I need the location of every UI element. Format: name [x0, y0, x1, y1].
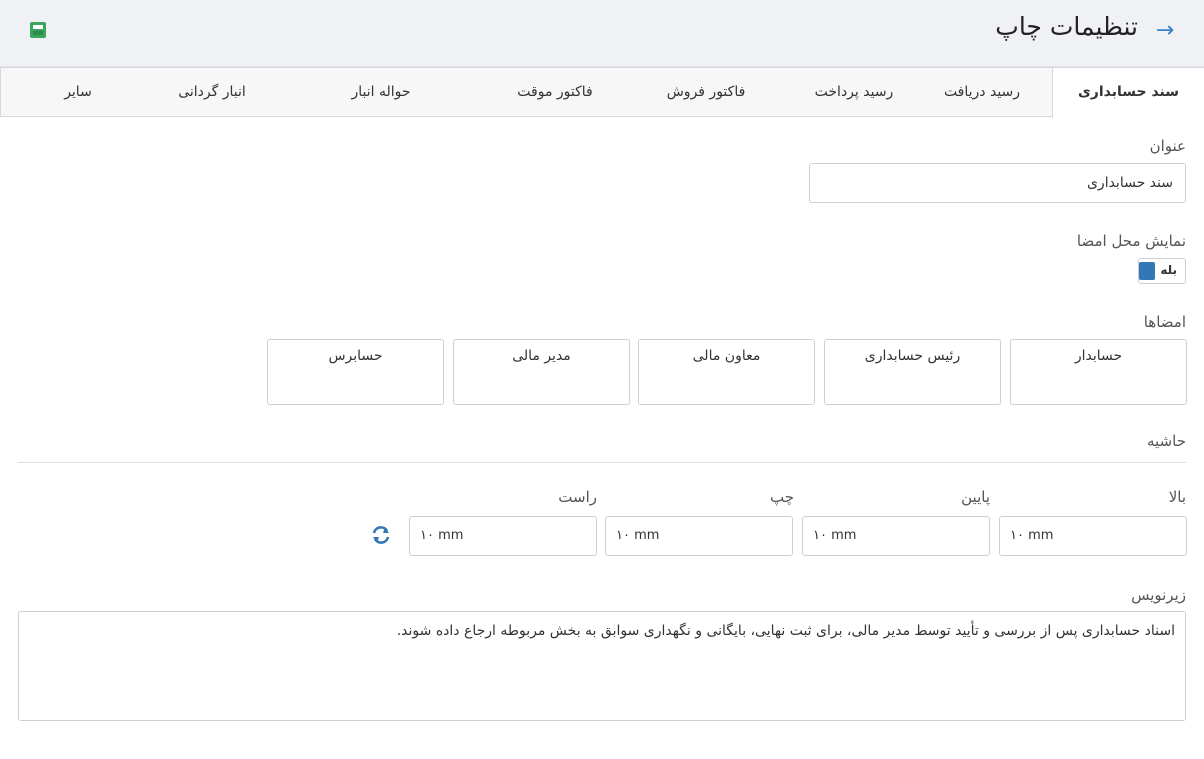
margin-top-label: بالا [1168, 488, 1186, 506]
margin-label: حاشیه [1147, 432, 1186, 450]
signature-chief-accountant[interactable]: رئیس حسابداری [824, 339, 1001, 405]
tab-bar-edge [0, 68, 1, 116]
arrow-right-icon[interactable]: → [1152, 18, 1178, 44]
margin-left-label: چپ [769, 488, 794, 506]
signatures-label: امضاها [1143, 313, 1186, 331]
margin-left-input[interactable]: ۱۰ mm [605, 516, 793, 556]
tab-temp-invoice[interactable]: فاکتور موقت [494, 68, 616, 116]
toggle-text: بله [1160, 263, 1177, 277]
signature-auditor[interactable]: حسابرس [267, 339, 444, 405]
margin-divider [18, 462, 1186, 463]
margin-top-input[interactable]: ۱۰ mm [999, 516, 1187, 556]
page-title: تنظیمات چاپ [995, 12, 1138, 41]
tab-other[interactable]: سایر [0, 68, 156, 116]
margin-bottom-input[interactable]: ۱۰ mm [802, 516, 990, 556]
tab-warehouse-transfer[interactable]: حواله انبار [268, 68, 494, 116]
page-header: → تنظیمات چاپ [0, 0, 1204, 67]
margin-bottom-label: پایین [961, 488, 990, 506]
show-signature-label: نمایش محل امضا [1076, 232, 1186, 250]
footer-label: زیرنویس [1131, 586, 1186, 604]
tab-accounting-voucher[interactable]: سند حسابداری [1052, 68, 1204, 118]
signature-finance-manager[interactable]: مدیر مالی [453, 339, 630, 405]
margin-right-label: راست [558, 488, 597, 506]
margin-right-input[interactable]: ۱۰ mm [409, 516, 597, 556]
save-icon[interactable] [28, 20, 48, 40]
refresh-icon[interactable] [370, 524, 392, 546]
signature-accountant[interactable]: حسابدار [1010, 339, 1187, 405]
toggle-knob [1139, 262, 1155, 280]
title-input[interactable]: سند حسابداری [809, 163, 1186, 203]
tab-payment[interactable]: رسید پرداخت [796, 68, 912, 116]
tab-bar: سند حسابداری رسید دریافت رسید پرداخت فاک… [0, 67, 1204, 118]
tab-inventory-count[interactable]: انبار گردانی [156, 68, 268, 116]
show-signature-toggle[interactable]: بله [1138, 258, 1186, 284]
tab-sales-invoice[interactable]: فاکتور فروش [616, 68, 796, 116]
title-label: عنوان [1149, 137, 1186, 155]
footer-textarea[interactable]: اسناد حسابداری پس از بررسی و تأیید توسط … [18, 611, 1186, 721]
tab-receipt[interactable]: رسید دریافت [912, 68, 1052, 116]
signature-finance-deputy[interactable]: معاون مالی [638, 339, 815, 405]
